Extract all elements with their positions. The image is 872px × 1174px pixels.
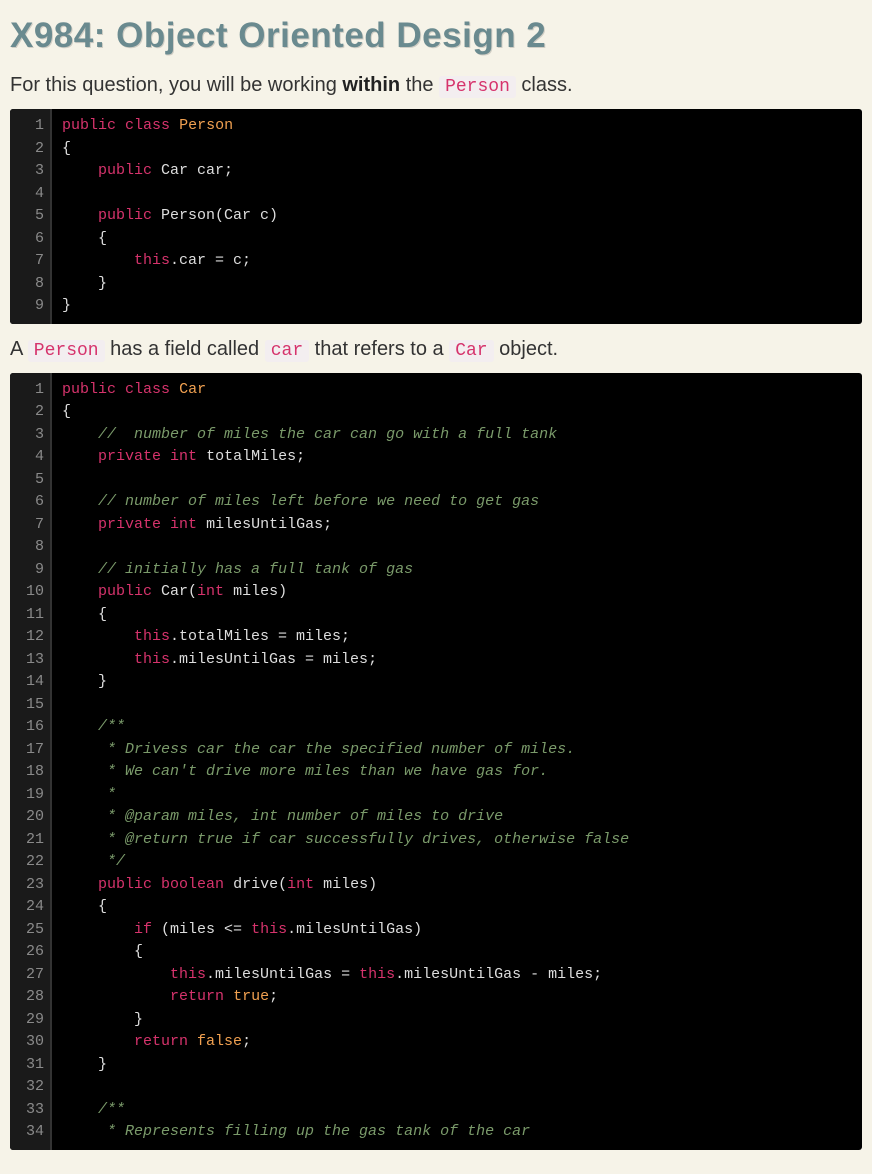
code-content-1[interactable]: public class Person { public Car car; pu… xyxy=(52,109,862,324)
intro-part1: For this question, you will be working xyxy=(10,74,342,96)
mid-code-person: Person xyxy=(28,340,105,362)
code-gutter-2: 1234567891011121314151617181920212223242… xyxy=(10,373,52,1150)
intro-part2: the xyxy=(400,74,439,96)
code-gutter-1: 123456789 xyxy=(10,109,52,324)
mid-code-car-field: car xyxy=(265,340,309,362)
intro-text: For this question, you will be working w… xyxy=(10,74,862,97)
intro-code-person: Person xyxy=(439,76,516,98)
mid-code-car-class: Car xyxy=(449,340,493,362)
code-block-person: 123456789 public class Person { public C… xyxy=(10,109,862,324)
mid-part4: object. xyxy=(494,338,558,360)
mid-text: A Person has a field called car that ref… xyxy=(10,338,862,361)
intro-bold: within xyxy=(342,74,400,96)
intro-part3: class. xyxy=(516,74,573,96)
code-block-car: 1234567891011121314151617181920212223242… xyxy=(10,373,862,1150)
page-title: X984: Object Oriented Design 2 xyxy=(10,16,862,56)
mid-part1: A xyxy=(10,338,28,360)
mid-part2: has a field called xyxy=(105,338,265,360)
mid-part3: that refers to a xyxy=(309,338,449,360)
code-content-2[interactable]: public class Car { // number of miles th… xyxy=(52,373,862,1150)
